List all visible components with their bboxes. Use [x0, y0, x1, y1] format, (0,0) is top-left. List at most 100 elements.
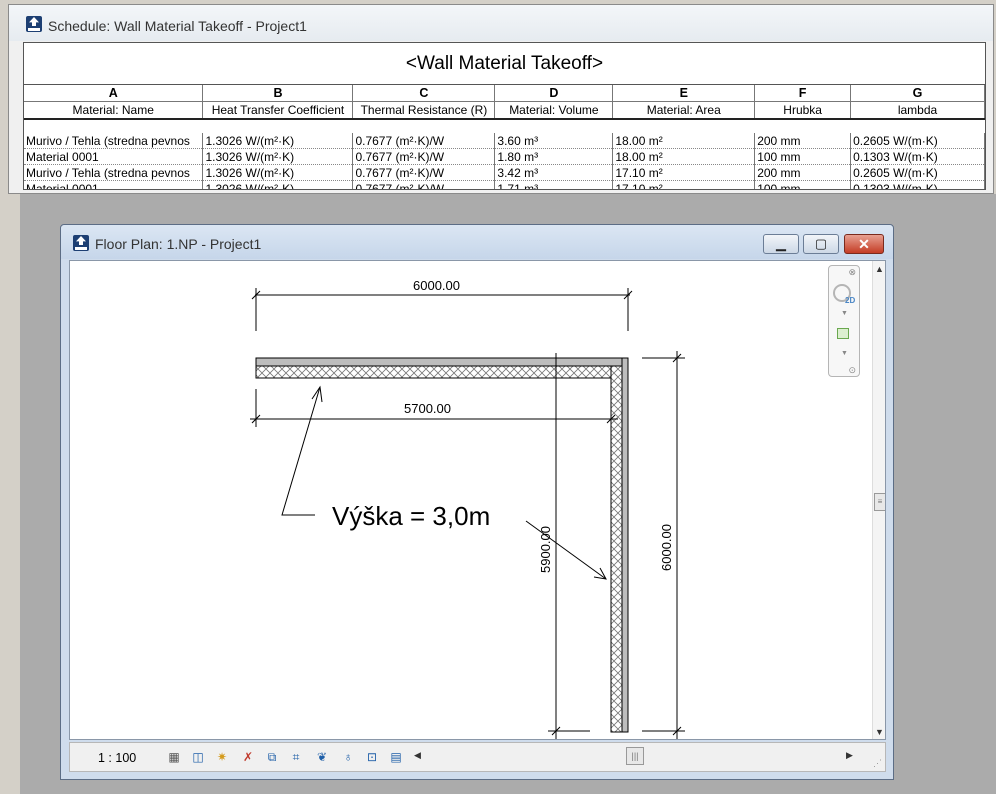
vertical-scrollbar[interactable]: ▲ ≡ ▼ [872, 261, 885, 739]
table-cell[interactable]: 0.7677 (m²·K)/W [352, 133, 496, 149]
visual-style-icon[interactable]: ◫ [190, 750, 206, 765]
schedule-body[interactable]: <Wall Material Takeoff> A B C D E F G Ma… [23, 42, 986, 190]
table-cell[interactable]: 1.3026 W/(m²·K) [202, 180, 354, 189]
scroll-thumb[interactable]: ≡ [874, 493, 885, 511]
column-letter[interactable]: G [850, 85, 985, 102]
column-header[interactable]: Material: Name [24, 101, 204, 120]
column-letter[interactable]: E [612, 85, 756, 102]
table-cell[interactable]: 1.3026 W/(m²·K) [202, 164, 354, 181]
shadows-icon[interactable]: ✗ [240, 750, 256, 765]
column-header[interactable]: Heat Transfer Coefficient [202, 101, 354, 120]
zoom-region-icon[interactable] [837, 328, 849, 339]
column-header[interactable]: Material: Volume [494, 101, 614, 120]
sun-path-icon[interactable]: ✷ [214, 750, 230, 765]
table-cell[interactable]: 0.7677 (m²·K)/W [352, 180, 496, 189]
height-annotation[interactable]: Výška = 3,0m [332, 501, 490, 531]
left-frame-edge [0, 0, 8, 794]
table-cell[interactable]: 1.3026 W/(m²·K) [202, 148, 354, 165]
table-cell[interactable]: 100 mm [754, 148, 852, 165]
dimension-label: 6000.00 [413, 278, 460, 293]
column-letter[interactable]: B [202, 85, 354, 102]
table-row[interactable]: Material 0001 1.3026 W/(m²·K) 0.7677 (m²… [24, 148, 985, 165]
schedule-titlebar[interactable]: Schedule: Wall Material Takeoff - Projec… [9, 5, 993, 41]
temporary-view-icon[interactable]: ⊡ [364, 750, 380, 765]
table-row[interactable]: Murivo / Tehla (stredna pevnos 1.3026 W/… [24, 164, 985, 181]
scroll-down-icon[interactable]: ▼ [875, 727, 884, 737]
table-cell[interactable]: 17.10 m² [612, 164, 756, 181]
table-cell[interactable]: 3.60 m³ [494, 133, 614, 149]
detail-level-icon[interactable]: ▦ [166, 750, 182, 765]
table-cell[interactable]: 0.1303 W/(m·K) [850, 180, 985, 189]
floorplan-titlebar[interactable]: Floor Plan: 1.NP - Project1 ▁ ▢ ✕ [61, 225, 893, 259]
crop-view-icon[interactable]: ⧉ [264, 750, 280, 765]
table-cell[interactable]: 18.00 m² [612, 148, 756, 165]
navbar-options-icon[interactable]: ⊙ [848, 365, 856, 376]
temporary-hide-icon[interactable]: ❦ [314, 750, 330, 765]
table-cell[interactable]: 1.3026 W/(m²·K) [202, 133, 354, 149]
chevron-down-icon[interactable]: ▼ [841, 310, 848, 317]
schedule-heading[interactable]: <Wall Material Takeoff> [24, 43, 985, 85]
column-header-row: Material: Name Heat Transfer Coefficient… [24, 101, 985, 120]
minimize-button[interactable]: ▁ [763, 234, 799, 254]
scroll-left-icon[interactable]: ◀ [414, 750, 421, 761]
view-control-bar: 1 : 100 ▦ ◫ ✷ ✗ ⧉ ⌗ ❦ ♁ ⊡ ▤ ◀ ||| ▶ ⋰ [69, 742, 886, 772]
column-header[interactable]: Hrubka [754, 101, 852, 120]
view-scale[interactable]: 1 : 100 [98, 751, 136, 765]
table-row[interactable]: Material 0001 1.3026 W/(m²·K) 0.7677 (m²… [24, 180, 985, 189]
dimension-right-inner[interactable]: 5900.00 [538, 353, 590, 739]
table-cell[interactable]: 0.1303 W/(m·K) [850, 148, 985, 165]
table-row[interactable]: Murivo / Tehla (stredna pevnos 1.3026 W/… [24, 133, 985, 149]
header-gap-row [24, 119, 985, 133]
dimension-top-inner[interactable]: 5700.00 [250, 389, 618, 427]
navbar-2d-label: 2D [845, 296, 856, 305]
schedule-window: Schedule: Wall Material Takeoff - Projec… [8, 4, 994, 194]
close-icon: ✕ [858, 236, 870, 252]
table-cell[interactable]: 17.10 m² [612, 180, 756, 189]
show-crop-icon[interactable]: ⌗ [288, 750, 304, 765]
drawing-canvas[interactable]: 6000.00 5700.00 5900.00 6000.00 Výška = … [69, 260, 886, 740]
table-cell[interactable]: 0.2605 W/(m·K) [850, 164, 985, 181]
resize-grip-icon[interactable]: ⋰ [873, 758, 882, 769]
column-header[interactable]: lambda [850, 101, 985, 120]
dimension-label: 6000.00 [659, 524, 674, 571]
analytical-model-icon[interactable]: ▤ [388, 750, 404, 765]
scroll-up-icon[interactable]: ▲ [875, 264, 884, 274]
column-letter[interactable]: F [754, 85, 852, 102]
column-letter[interactable]: A [24, 85, 204, 102]
table-cell[interactable]: 0.7677 (m²·K)/W [352, 164, 496, 181]
scroll-right-icon[interactable]: ▶ [846, 750, 853, 761]
table-cell[interactable]: Murivo / Tehla (stredna pevnos [24, 133, 204, 149]
table-cell[interactable]: 0.7677 (m²·K)/W [352, 148, 496, 165]
wall-vertical[interactable] [610, 357, 629, 733]
leader-arrow-left[interactable] [281, 385, 323, 516]
table-cell[interactable]: Material 0001 [24, 180, 204, 189]
table-cell[interactable]: 200 mm [754, 164, 852, 181]
maximize-icon: ▢ [814, 236, 828, 251]
chevron-down-icon[interactable]: ▼ [841, 350, 848, 357]
table-cell[interactable]: 18.00 m² [612, 133, 756, 149]
column-letter[interactable]: D [494, 85, 614, 102]
table-cell[interactable]: 200 mm [754, 133, 852, 149]
dimension-top-outer[interactable]: 6000.00 [251, 278, 633, 331]
navbar-close-icon[interactable]: ⊗ [848, 267, 856, 278]
horizontal-scrollbar[interactable]: ◀ ||| ▶ [412, 746, 860, 768]
table-cell[interactable]: Material 0001 [24, 148, 204, 165]
close-button[interactable]: ✕ [844, 234, 884, 254]
dimension-label: 5900.00 [538, 526, 553, 573]
navigation-bar: ⊗ 2D ▼ ▼ ⊙ [828, 265, 860, 377]
scroll-thumb[interactable]: ||| [626, 747, 644, 765]
table-cell[interactable]: 1.71 m³ [494, 180, 614, 189]
table-cell[interactable]: 0.2605 W/(m·K) [850, 133, 985, 149]
column-letter[interactable]: C [352, 85, 496, 102]
dimension-label: 5700.00 [404, 401, 451, 416]
column-header[interactable]: Thermal Resistance (R) [352, 101, 496, 120]
maximize-button[interactable]: ▢ [803, 234, 839, 254]
reveal-hidden-icon[interactable]: ♁ [340, 750, 356, 765]
table-cell[interactable]: 1.80 m³ [494, 148, 614, 165]
wall-horizontal[interactable] [255, 357, 629, 379]
column-header[interactable]: Material: Area [612, 101, 756, 120]
dimension-right-outer[interactable]: 6000.00 [642, 351, 685, 739]
table-cell[interactable]: Murivo / Tehla (stredna pevnos [24, 164, 204, 181]
table-cell[interactable]: 3.42 m³ [494, 164, 614, 181]
table-cell[interactable]: 100 mm [754, 180, 852, 189]
